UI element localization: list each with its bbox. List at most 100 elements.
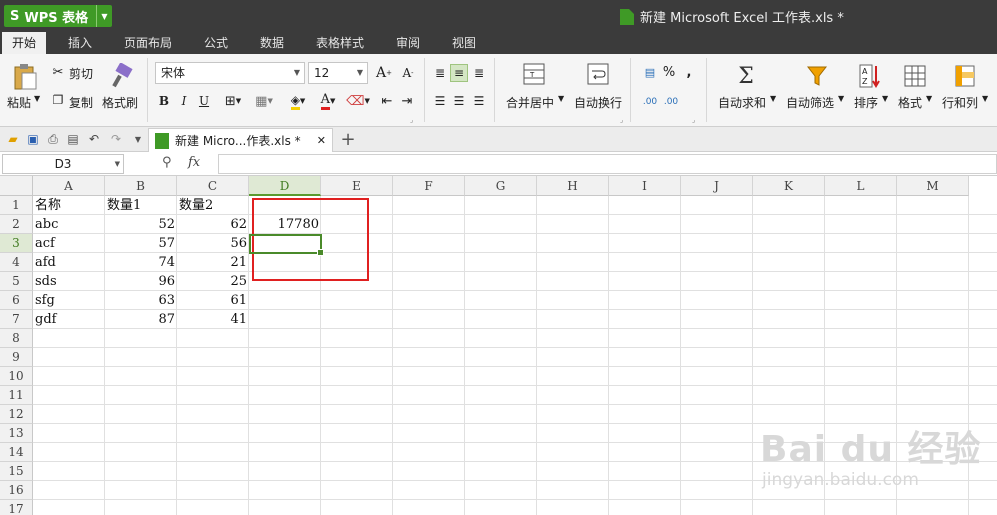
row-header-16[interactable]: 16 [0,481,33,500]
cell-c1[interactable]: 数量2 [177,196,249,215]
chevron-down-icon[interactable]: ▼ [115,155,120,173]
row-header-3[interactable]: 3 [0,234,33,253]
cell-a1[interactable]: 名称 [33,196,105,215]
column-header-j[interactable]: J [681,176,753,196]
cell-c6[interactable]: 61 [177,291,249,310]
row-header-17[interactable]: 17 [0,500,33,515]
cell-b1[interactable]: 数量1 [105,196,177,215]
bold-button[interactable]: B [156,92,172,110]
clear-format-icon[interactable]: ⌫ ▼ [344,92,372,110]
font-dialog-launcher-icon[interactable]: ⌟ [410,116,416,124]
underline-button[interactable]: U [196,92,212,110]
rows-columns-icon[interactable] [952,62,978,90]
open-folder-icon[interactable]: ▰ [5,131,21,147]
row-header-5[interactable]: 5 [0,272,33,291]
font-size-select[interactable]: 12 ▼ [308,62,368,84]
format-icon[interactable] [902,62,928,90]
cell-a3[interactable]: acf [33,234,105,253]
autosum-icon[interactable]: Σ [733,62,759,90]
cell-a7[interactable]: gdf [33,310,105,329]
close-icon[interactable]: ✕ [317,134,326,147]
column-header-d[interactable]: D [249,176,321,196]
cut-button[interactable]: 剪切 [69,65,93,82]
wps-app-menu-button[interactable]: S WPS 表格 ▼ [4,5,112,27]
align-right-icon[interactable]: ☰ [470,92,488,110]
cell-a4[interactable]: afd [33,253,105,272]
paste-icon[interactable] [10,62,40,92]
document-tab[interactable]: 新建 Micro...作表.xls * ✕ [148,128,333,152]
chevron-down-icon[interactable]: ▼ [558,94,564,103]
column-header-k[interactable]: K [753,176,825,196]
select-all-corner[interactable] [0,176,33,196]
cell-b6[interactable]: 63 [105,291,177,310]
cell-c7[interactable]: 41 [177,310,249,329]
column-header-m[interactable]: M [897,176,969,196]
row-header-4[interactable]: 4 [0,253,33,272]
new-tab-plus-icon[interactable]: + [340,129,356,150]
cell-c5[interactable]: 25 [177,272,249,291]
cell-c3[interactable]: 56 [177,234,249,253]
currency-icon[interactable]: ▤ [641,64,659,80]
align-top-icon[interactable]: ≣ [431,64,449,82]
copy-button[interactable]: 复制 [69,94,93,111]
sort-button[interactable]: 排序 [854,94,878,111]
borders-icon[interactable]: ⊞ ▼ [220,92,246,110]
wrap-text-icon[interactable] [586,62,610,86]
align-left-icon[interactable]: ☰ [431,92,449,110]
row-header-8[interactable]: 8 [0,329,33,348]
row-header-13[interactable]: 13 [0,424,33,443]
row-header-12[interactable]: 12 [0,405,33,424]
tab-table-style[interactable]: 表格样式 [316,32,364,54]
row-header-2[interactable]: 2 [0,215,33,234]
column-header-g[interactable]: G [465,176,537,196]
percent-button[interactable]: % [660,64,678,80]
row-header-15[interactable]: 15 [0,462,33,481]
chevron-down-icon[interactable]: ▼ [96,5,112,27]
wrap-text-button[interactable]: 自动换行 [574,94,622,111]
row-header-14[interactable]: 14 [0,443,33,462]
tab-review[interactable]: 审阅 [396,32,420,54]
italic-button[interactable]: I [176,92,192,110]
cell-a6[interactable]: sfg [33,291,105,310]
font-color-icon[interactable]: A ▼ [314,92,342,110]
cell-a5[interactable]: sds [33,272,105,291]
chevron-down-icon[interactable]: ▼ [770,94,776,103]
chevron-down-icon[interactable]: ▼ [882,94,888,103]
align-middle-icon[interactable]: ≡ [450,64,468,82]
format-painter-icon[interactable] [108,62,136,90]
cell-b3[interactable]: 57 [105,234,177,253]
row-header-1[interactable]: 1 [0,196,33,215]
align-center-icon[interactable]: ☰ [450,92,468,110]
cell-b4[interactable]: 74 [105,253,177,272]
format-painter-button[interactable]: 格式刷 [102,94,138,111]
column-header-l[interactable]: L [825,176,897,196]
autofilter-button[interactable]: 自动筛选 [786,94,834,111]
print-icon[interactable]: ⎙ [45,131,61,147]
increase-font-icon[interactable]: A + [374,64,394,82]
customize-qat-chevron-icon[interactable]: ▼ [130,131,146,147]
font-name-select[interactable]: 宋体 ▼ [155,62,305,84]
autosum-button[interactable]: 自动求和 [718,94,766,111]
format-button[interactable]: 格式 [898,94,922,111]
rows-columns-button[interactable]: 行和列 [942,94,978,111]
column-header-b[interactable]: B [105,176,177,196]
number-dialog-launcher-icon[interactable]: ⌟ [692,116,698,124]
column-header-i[interactable]: I [609,176,681,196]
chevron-down-icon[interactable]: ▼ [926,94,932,103]
paste-button[interactable]: 粘贴 [7,94,31,111]
cell-b5[interactable]: 96 [105,272,177,291]
column-header-c[interactable]: C [177,176,249,196]
print-preview-icon[interactable]: ▤ [65,131,81,147]
undo-icon[interactable]: ↶ [86,131,102,147]
increase-indent-icon[interactable]: ⇥ [398,92,416,110]
fill-color-icon[interactable]: ◈ ▼ [284,92,312,110]
formula-input[interactable] [218,154,997,174]
decrease-decimal-button[interactable]: .00 [662,94,680,110]
column-header-h[interactable]: H [537,176,609,196]
column-header-e[interactable]: E [321,176,393,196]
tab-view[interactable]: 视图 [452,32,476,54]
comma-button[interactable]: , [682,64,696,80]
cell-c2[interactable]: 62 [177,215,249,234]
align-bottom-icon[interactable]: ≣ [470,64,488,82]
column-header-a[interactable]: A [33,176,105,196]
